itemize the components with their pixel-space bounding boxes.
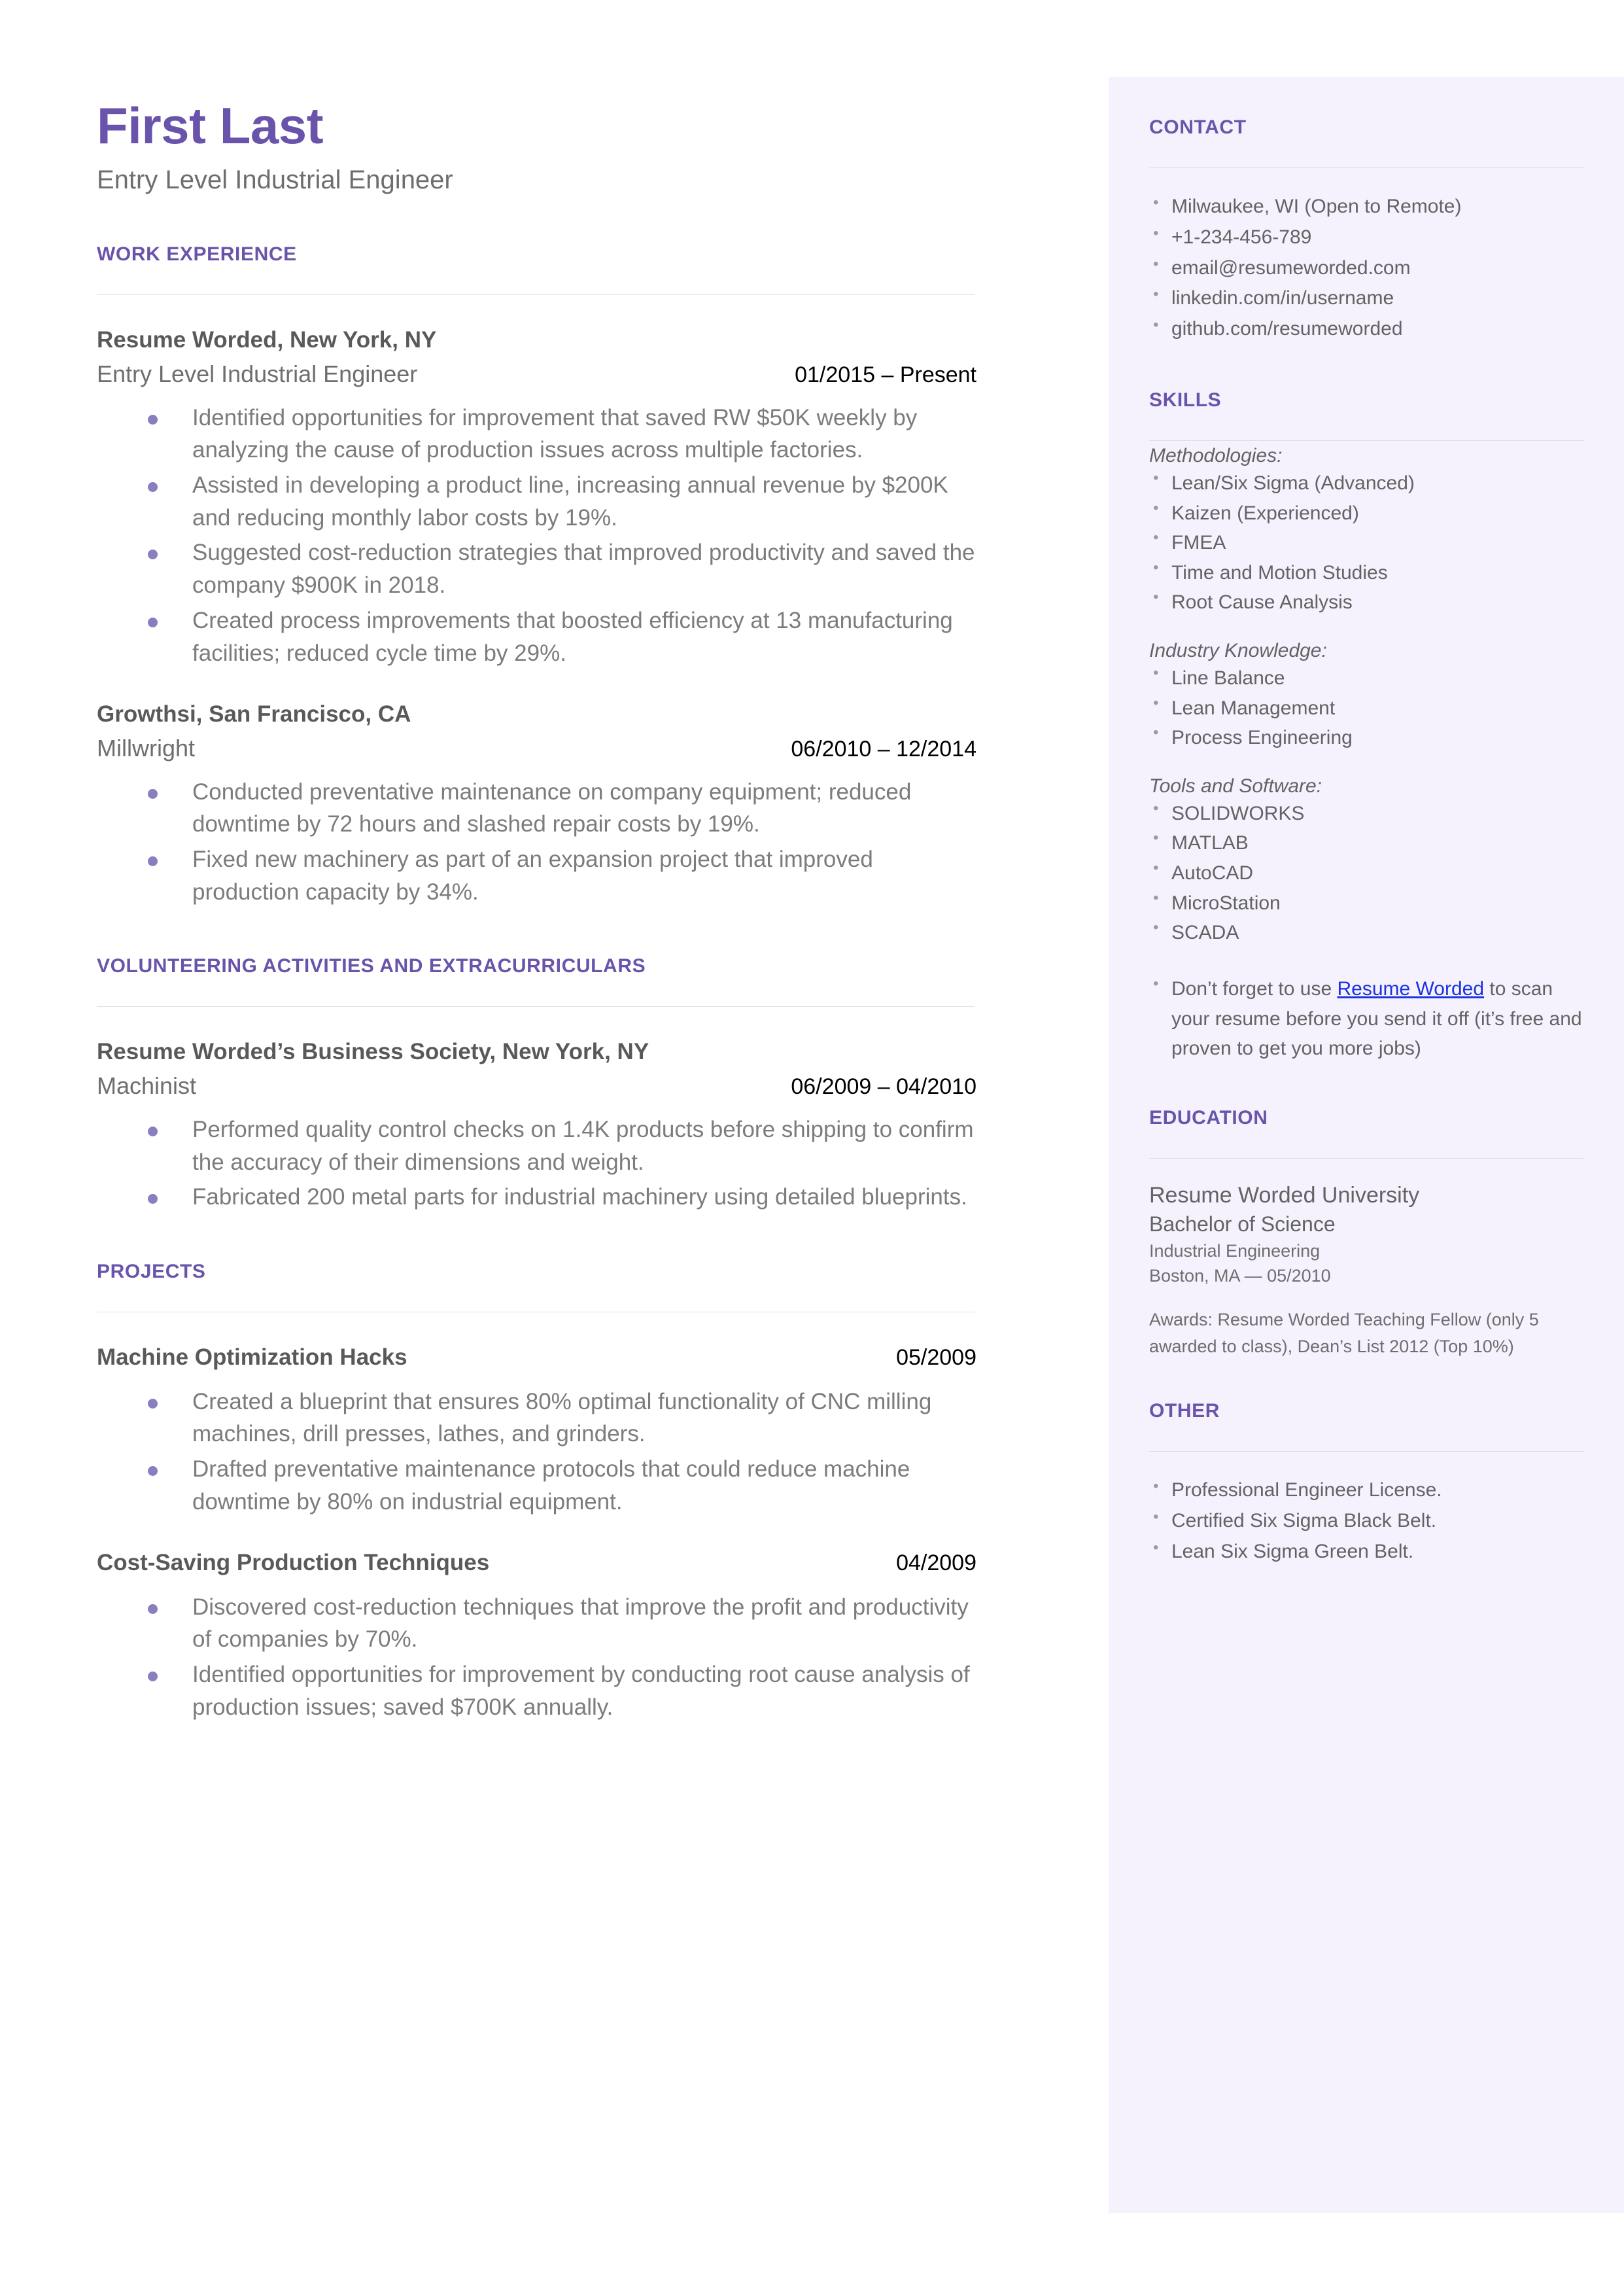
- skill-group-label: Methodologies:: [1149, 444, 1283, 466]
- skill-item: FMEA: [1149, 526, 1583, 558]
- skill-item: Kaizen (Experienced): [1149, 497, 1583, 529]
- skill-item: Root Cause Analysis: [1149, 586, 1583, 618]
- project-entry: Machine Optimization Hacks 05/2009 Creat…: [97, 1342, 976, 1518]
- sidebar-heading-other: OTHER: [1149, 1400, 1220, 1422]
- entry-role: Millwright: [97, 734, 196, 762]
- project-title-row: Cost-Saving Production Techniques 04/200…: [97, 1548, 976, 1578]
- promo-prefix: Don’t forget to use: [1171, 977, 1338, 1000]
- skill-list: Lean/Six Sigma (Advanced) Kaizen (Experi…: [1149, 466, 1583, 618]
- skill-group-industry-knowledge: Industry Knowledge: Line Balance Lean Ma…: [1149, 640, 1583, 753]
- entry-role-row: Entry Level Industrial Engineer 01/2015 …: [97, 359, 976, 389]
- sidebar-divider: [1149, 167, 1583, 168]
- sidebar-heading-contact: CONTACT: [1149, 116, 1247, 138]
- skill-list: SOLIDWORKS MATLAB AutoCAD MicroStation S…: [1149, 797, 1583, 948]
- work-entry: Growthsi, San Francisco, CA Millwright 0…: [97, 699, 976, 908]
- project-date: 05/2009: [896, 1345, 976, 1371]
- bullet-item: Fabricated 200 metal parts for industria…: [97, 1181, 976, 1214]
- section-heading-projects: PROJECTS: [97, 1261, 206, 1283]
- bullet-item: Conducted preventative maintenance on co…: [97, 776, 976, 841]
- bullet-item: Created a blueprint that ensures 80% opt…: [97, 1386, 976, 1450]
- bullet-item: Identified opportunities for improvement…: [97, 402, 976, 466]
- resume-main-column: First Last Entry Level Industrial Engine…: [97, 98, 976, 1726]
- skill-group-label: Tools and Software:: [1149, 775, 1322, 797]
- education-degree: Bachelor of Science: [1149, 1212, 1336, 1236]
- sidebar-divider: [1149, 440, 1583, 441]
- entry-date: 06/2010 – 12/2014: [791, 736, 976, 762]
- contact-email[interactable]: email@resumeworded.com: [1149, 252, 1583, 284]
- section-heading-volunteering: VOLUNTEERING ACTIVITIES AND EXTRACURRICU…: [97, 955, 646, 977]
- project-title: Machine Optimization Hacks: [97, 1344, 407, 1371]
- skill-item: Lean Management: [1149, 692, 1583, 724]
- sidebar-divider: [1149, 1451, 1583, 1452]
- other-item: Certified Six Sigma Black Belt.: [1149, 1505, 1583, 1537]
- work-entry: Resume Worded, New York, NY Entry Level …: [97, 325, 976, 669]
- bullet-item: Fixed new machinery as part of an expans…: [97, 843, 976, 908]
- contact-phone: +1-234-456-789: [1149, 221, 1583, 253]
- bullet-item: Performed quality control checks on 1.4K…: [97, 1113, 976, 1178]
- bullet-item: Suggested cost-reduction strategies that…: [97, 536, 976, 601]
- entry-bullet-list: Discovered cost-reduction techniques tha…: [97, 1591, 976, 1724]
- section-divider: [97, 1006, 975, 1007]
- skill-item: AutoCAD: [1149, 856, 1583, 888]
- entry-organization: Growthsi, San Francisco, CA: [97, 701, 411, 727]
- other-item: Lean Six Sigma Green Belt.: [1149, 1535, 1583, 1568]
- bullet-item: Created process improvements that booste…: [97, 604, 976, 669]
- skill-item: MicroStation: [1149, 886, 1583, 919]
- candidate-name: First Last: [97, 97, 324, 154]
- project-title: Cost-Saving Production Techniques: [97, 1550, 490, 1576]
- education-field: Industrial Engineering: [1149, 1240, 1321, 1261]
- skill-group-label: Industry Knowledge:: [1149, 639, 1327, 661]
- promo-note: Don’t forget to use Resume Worded to sca…: [1149, 972, 1583, 1064]
- entry-role: Entry Level Industrial Engineer: [97, 360, 418, 387]
- section-divider: [97, 294, 975, 296]
- entry-organization: Resume Worded, New York, NY: [97, 327, 437, 353]
- contact-github[interactable]: github.com/resumeworded: [1149, 313, 1583, 345]
- skill-item: Lean/Six Sigma (Advanced): [1149, 466, 1583, 499]
- sidebar-heading-education: EDUCATION: [1149, 1107, 1268, 1129]
- other-item: Professional Engineer License.: [1149, 1474, 1583, 1506]
- contact-location: Milwaukee, WI (Open to Remote): [1149, 190, 1583, 222]
- sidebar-heading-skills: SKILLS: [1149, 389, 1222, 411]
- entry-bullet-list: Conducted preventative maintenance on co…: [97, 776, 976, 909]
- skill-item: SOLIDWORKS: [1149, 797, 1583, 829]
- entry-role-row: Millwright 06/2010 – 12/2014: [97, 733, 976, 763]
- skill-group-tools-and-software: Tools and Software: SOLIDWORKS MATLAB Au…: [1149, 775, 1583, 948]
- candidate-headline: Entry Level Industrial Engineer: [97, 166, 453, 195]
- project-title-row: Machine Optimization Hacks 05/2009: [97, 1342, 976, 1373]
- entry-role-row: Machinist 06/2009 – 04/2010: [97, 1071, 976, 1100]
- resume-worded-link[interactable]: Resume Worded: [1337, 978, 1484, 1000]
- skill-list: Line Balance Lean Management Process Eng…: [1149, 661, 1583, 753]
- entry-organization: Resume Worded’s Business Society, New Yo…: [97, 1039, 649, 1065]
- skill-item: Line Balance: [1149, 661, 1583, 693]
- entry-date: 06/2009 – 04/2010: [791, 1074, 976, 1099]
- bullet-item: Assisted in developing a product line, i…: [97, 469, 976, 534]
- sidebar-divider: [1149, 1158, 1583, 1159]
- skill-item: Process Engineering: [1149, 721, 1583, 753]
- bullet-item: Discovered cost-reduction techniques tha…: [97, 1591, 976, 1656]
- resume-sidebar: CONTACT Milwaukee, WI (Open to Remote) +…: [1109, 77, 1624, 2213]
- volunteering-entry: Resume Worded’s Business Society, New Yo…: [97, 1037, 976, 1214]
- entry-bullet-list: Performed quality control checks on 1.4K…: [97, 1113, 976, 1214]
- education-awards: Awards: Resume Worded Teaching Fellow (o…: [1149, 1310, 1539, 1356]
- entry-bullet-list: Created a blueprint that ensures 80% opt…: [97, 1386, 976, 1518]
- section-heading-work-experience: WORK EXPERIENCE: [97, 243, 297, 266]
- skill-item: SCADA: [1149, 916, 1583, 948]
- entry-date: 01/2015 – Present: [795, 362, 976, 387]
- contact-linkedin[interactable]: linkedin.com/in/username: [1149, 282, 1583, 314]
- education-location-date: Boston, MA — 05/2010: [1149, 1266, 1331, 1286]
- skill-item: Time and Motion Studies: [1149, 556, 1583, 588]
- entry-bullet-list: Identified opportunities for improvement…: [97, 402, 976, 670]
- other-list: Professional Engineer License. Certified…: [1149, 1474, 1583, 1568]
- skill-group-methodologies: Methodologies: Lean/Six Sigma (Advanced)…: [1149, 445, 1583, 618]
- project-entry: Cost-Saving Production Techniques 04/200…: [97, 1548, 976, 1723]
- bullet-item: Drafted preventative maintenance protoco…: [97, 1453, 976, 1518]
- project-date: 04/2009: [896, 1550, 976, 1576]
- bullet-item: Identified opportunities for improvement…: [97, 1658, 976, 1723]
- education-school: Resume Worded University: [1149, 1183, 1420, 1208]
- entry-role: Machinist: [97, 1072, 197, 1099]
- contact-list: Milwaukee, WI (Open to Remote) +1-234-45…: [1149, 190, 1583, 345]
- skill-item: MATLAB: [1149, 826, 1583, 858]
